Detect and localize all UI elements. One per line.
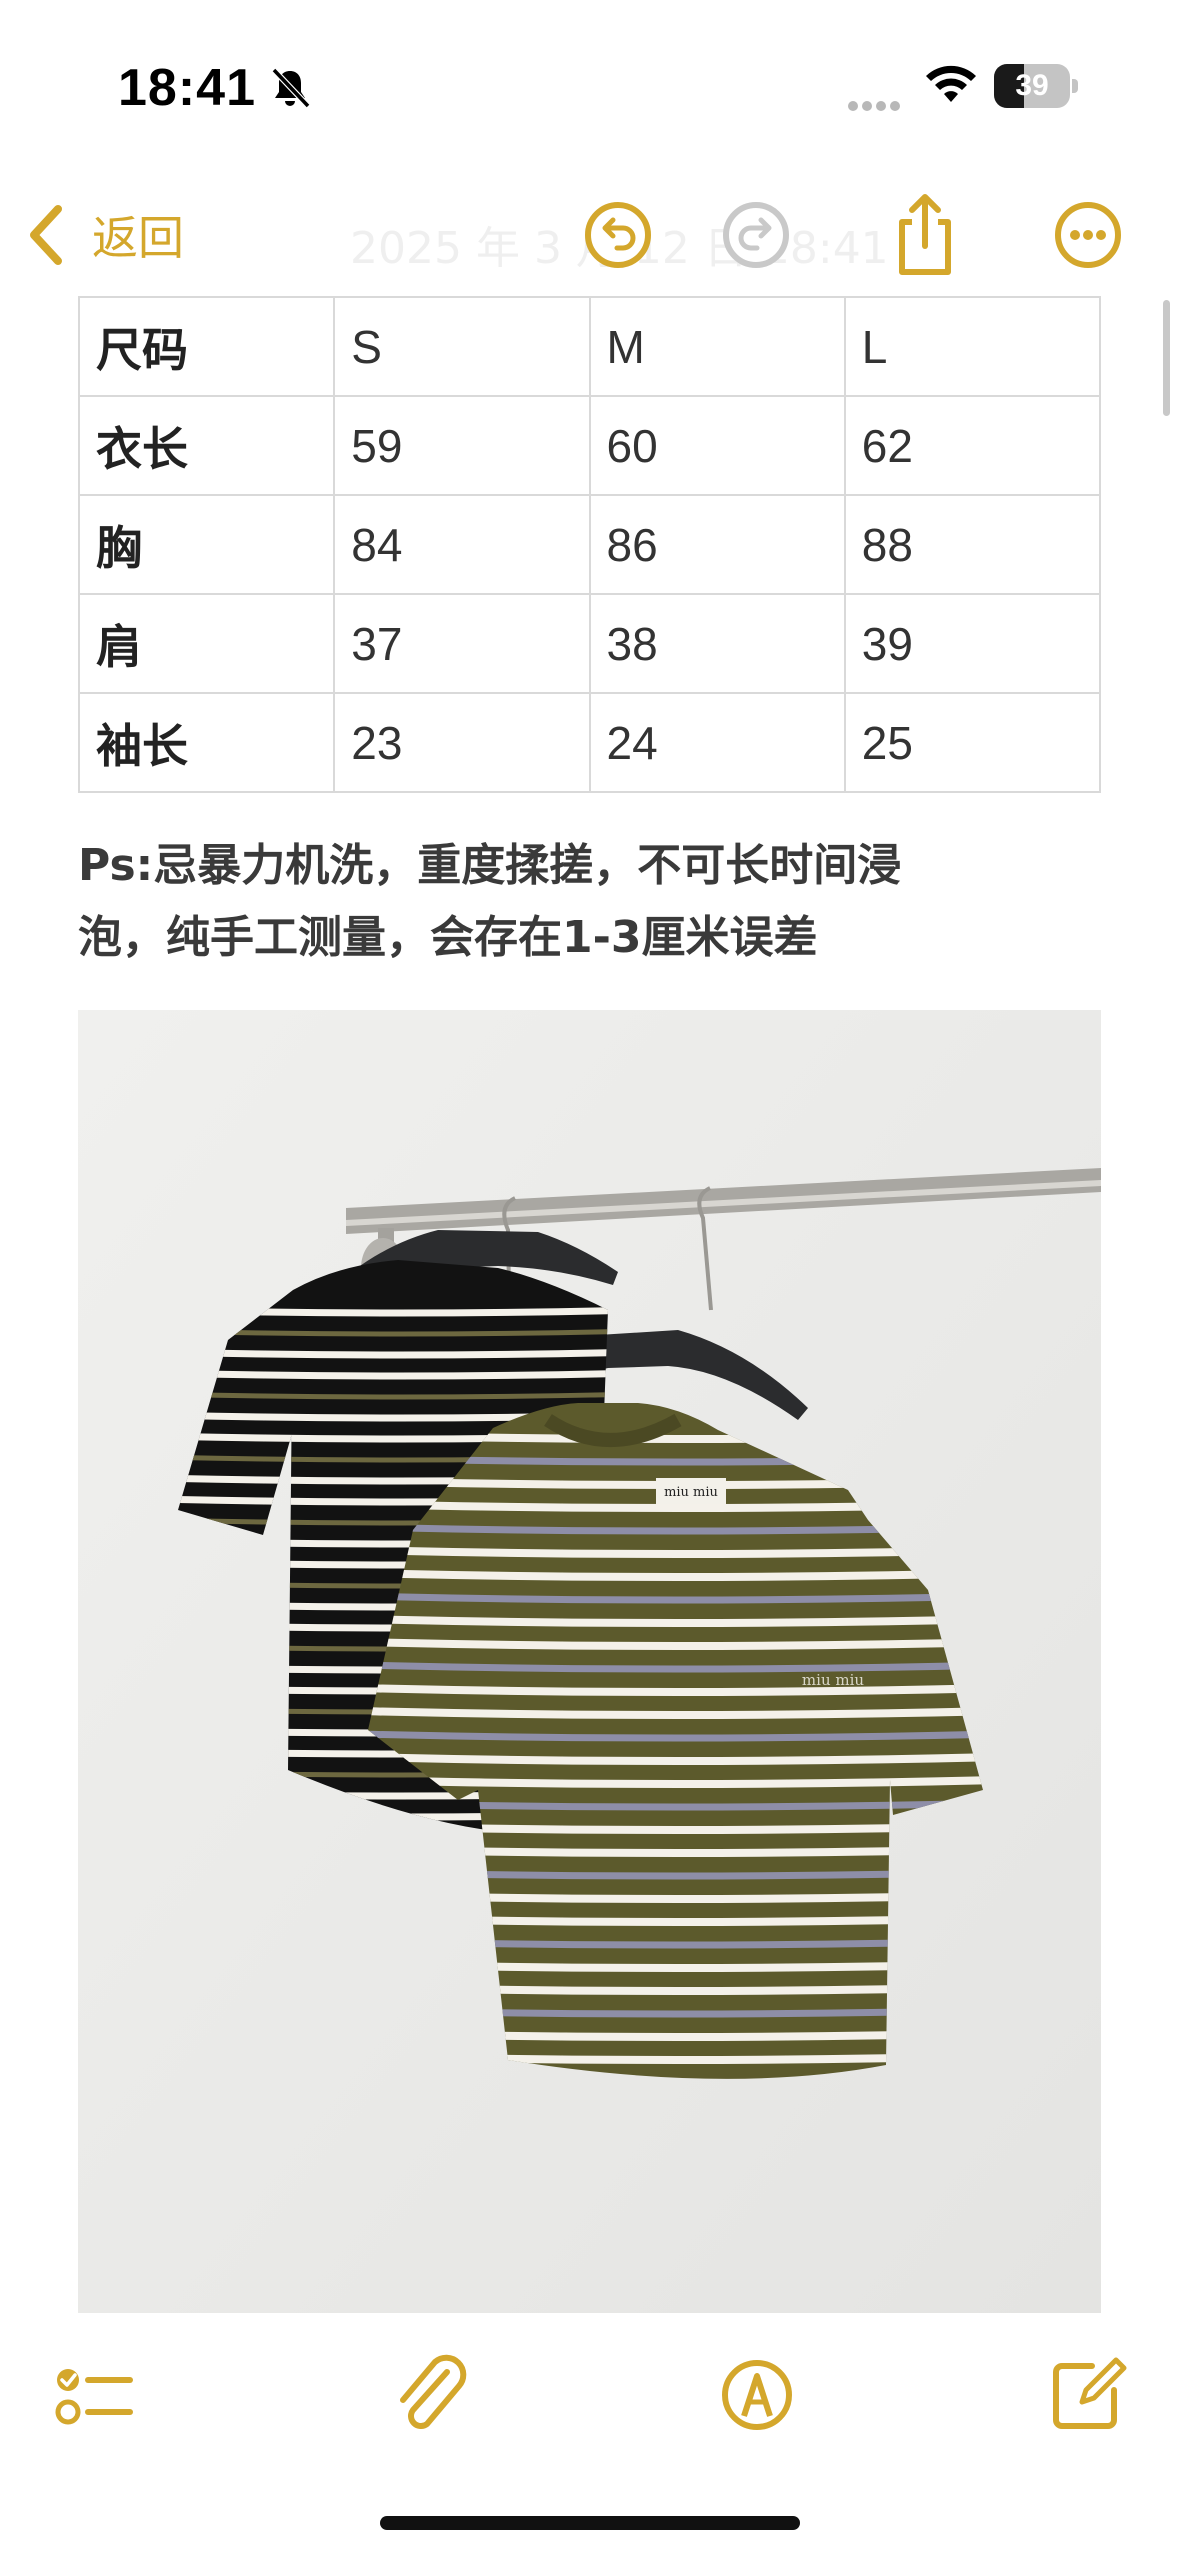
markup-pen-icon[interactable] [712,2350,802,2440]
table-cell[interactable]: S [333,296,591,397]
table-cell[interactable]: 60 [588,395,846,496]
back-label: 返回 [92,211,184,265]
signal-icon [848,96,908,111]
sweater-stripe [368,1615,983,1627]
table-row: 肩 37 38 39 [77,593,1102,694]
table-cell[interactable]: M [588,296,846,397]
table-cell[interactable]: 24 [588,692,846,793]
wifi-icon [926,65,976,102]
redo-icon[interactable] [711,190,801,280]
sweater-stripe [368,1707,983,1719]
sweater-stripe [368,1753,983,1765]
note-line: 泡，纯手工测量，会存在1-3厘米误差 [78,912,818,963]
back-chevron-icon [30,205,62,265]
table-cell[interactable]: 衣长 [77,395,336,496]
table-cell[interactable]: 62 [843,395,1102,496]
table-cell[interactable]: 25 [843,692,1102,793]
battery-percent: 39 [1015,69,1049,102]
bottom-toolbar [0,2320,1179,2480]
status-time: 18:41 [118,59,256,117]
more-icon[interactable] [1043,190,1133,280]
table-cell[interactable]: 尺码 [77,296,336,397]
checklist-icon[interactable] [48,2350,138,2440]
table-cell[interactable]: 59 [333,395,591,496]
table-cell[interactable]: L [843,296,1102,397]
neck-label-text: miu miu [664,1485,718,1500]
status-bar: 18:41 39 [0,0,1179,170]
sweater-stripe [368,1638,983,1650]
note-line: Ps:忌暴力机洗，重度揉搓，不可长时间浸 [78,840,902,891]
table-cell[interactable]: 袖长 [77,692,336,793]
table-cell[interactable]: 88 [843,494,1102,595]
share-icon[interactable] [880,190,970,280]
sweater-stripe [368,1592,983,1604]
home-indicator[interactable] [380,2516,800,2530]
sweater-stripe [368,1569,983,1581]
paperclip-icon[interactable] [383,2350,473,2440]
table-row: 胸 84 86 88 [77,494,1102,595]
table-cell[interactable]: 86 [588,494,846,595]
chest-logo-text: miu miu [802,1671,864,1689]
sweater-stripe [178,1348,608,1359]
table-row: 尺码 S M L [77,296,1102,397]
table-cell[interactable]: 23 [333,692,591,793]
scroll-indicator[interactable] [1163,300,1170,416]
table-row: 袖长 23 24 25 [77,692,1102,793]
sweater-stripe [368,1684,983,1696]
sweater-stripe [368,1661,983,1673]
nav-bar: 返回 2025 年 3 月 12 日 18:41 [0,170,1179,300]
table-row: 衣长 59 60 62 [77,395,1102,496]
table-cell[interactable]: 肩 [77,593,336,694]
table-cell[interactable]: 胸 [77,494,336,595]
bell-slash-icon [271,67,311,109]
sweaters-illustration: miu miu miu miu [78,1010,1101,2313]
compose-icon[interactable] [1042,2350,1132,2440]
table-cell[interactable]: 37 [333,593,591,694]
sweater-stripe [368,1730,983,1742]
battery-icon: 39 [994,64,1078,108]
note-body-text[interactable]: Ps:忌暴力机洗，重度揉搓，不可长时间浸 泡，纯手工测量，会存在1-3厘米误差 [78,830,1108,974]
table-cell[interactable]: 38 [588,593,846,694]
product-photo[interactable]: miu miu miu miu [78,1010,1101,2313]
sweater-stripe [178,1369,608,1380]
undo-icon[interactable] [573,190,663,280]
size-table: 尺码 S M L 衣长 59 60 62 胸 84 86 88 肩 37 38 … [77,296,1102,793]
table-cell[interactable]: 39 [843,593,1102,694]
back-button[interactable]: 返回 [24,190,184,280]
table-cell[interactable]: 84 [333,494,591,595]
sweater-stripe [368,1776,983,1788]
